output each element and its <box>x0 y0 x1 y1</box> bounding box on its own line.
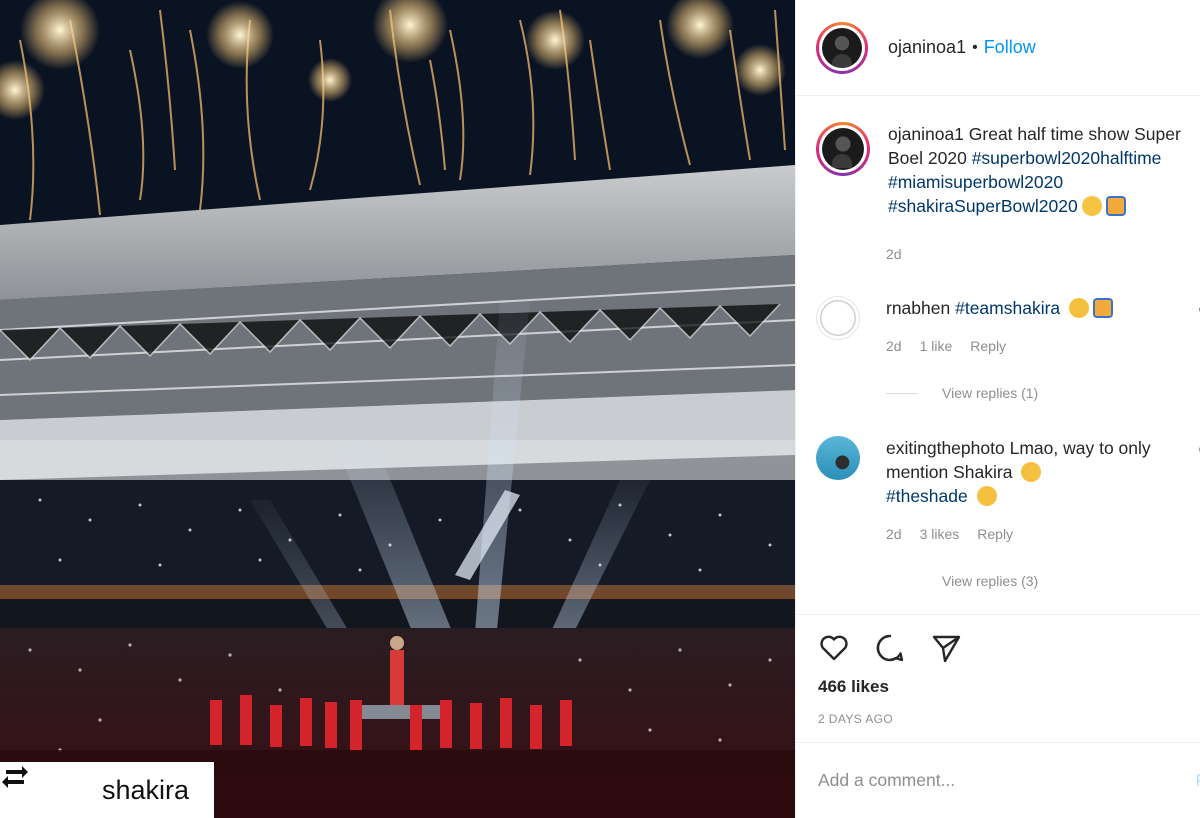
repost-badge[interactable]: shakira <box>0 762 214 818</box>
reply-button[interactable]: Reply <box>970 334 1006 358</box>
hashtag-link[interactable]: #shakiraSuperBowl2020 <box>888 196 1078 216</box>
grimacing-face-emoji-icon <box>1021 462 1042 482</box>
post-comment-button[interactable]: P <box>1196 771 1200 791</box>
kissing-face-emoji-icon <box>1069 298 1090 318</box>
view-replies-toggle[interactable]: View replies (3) <box>886 573 1038 589</box>
commenter-username[interactable]: rnabhen <box>886 298 950 318</box>
hashtag-link[interactable]: #theshade <box>886 486 968 506</box>
caption-username[interactable]: ojaninoa1 <box>888 124 964 144</box>
likes-count[interactable]: 466 likes <box>818 677 889 697</box>
hashtag-link[interactable]: #miamisuperbowl2020 <box>888 172 1063 192</box>
repost-icon <box>0 762 50 818</box>
post-caption: ojaninoa1 Great half time show Super Boe… <box>816 122 1200 218</box>
post-photo[interactable]: shakira <box>0 0 795 818</box>
view-replies-label: View replies (1) <box>942 385 1039 401</box>
comment-meta: 2d 3 likes Reply <box>886 522 1186 546</box>
reply-button[interactable]: Reply <box>977 522 1013 546</box>
comment-likes[interactable]: 3 likes <box>920 522 960 546</box>
raising-hands-emoji-icon <box>1105 196 1126 216</box>
comment-time[interactable]: 2d <box>886 334 902 358</box>
hashtag-link[interactable]: #teamshakira <box>955 298 1060 318</box>
raising-hands-emoji-icon <box>1093 298 1114 318</box>
comment-time[interactable]: 2d <box>886 522 902 546</box>
comment-meta: 2d 1 like Reply <box>886 334 1186 358</box>
stadium-fireworks-image <box>0 0 795 818</box>
comment-item: rnabhen #teamshakira 2d 1 like Reply <box>816 296 1200 358</box>
add-comment-input[interactable] <box>818 770 1148 791</box>
comment-body: rnabhen #teamshakira 2d 1 like Reply <box>886 296 1186 358</box>
replies-line-divider <box>886 392 918 394</box>
commenter-avatar[interactable] <box>816 296 860 340</box>
replies-line-divider <box>886 581 918 582</box>
comment-icon[interactable] <box>872 630 908 666</box>
commenter-avatar[interactable] <box>816 436 860 480</box>
comment-item: exitingthephoto Lmao, way to only mentio… <box>816 436 1200 546</box>
repost-source-label: shakira <box>102 774 190 805</box>
heart-icon[interactable] <box>816 630 852 666</box>
follow-button[interactable]: Follow <box>984 37 1036 58</box>
flexed-biceps-emoji-icon <box>1081 196 1102 216</box>
comment-likes[interactable]: 1 like <box>920 334 953 358</box>
post-header: ojaninoa1 • Follow <box>796 0 1200 96</box>
share-icon[interactable] <box>928 630 964 666</box>
view-replies-toggle[interactable]: View replies (1) <box>886 385 1038 401</box>
author-avatar[interactable] <box>816 21 868 74</box>
hashtag-link[interactable]: #superbowl2020halftime <box>972 148 1162 168</box>
post-actions <box>816 630 964 666</box>
commenter-username[interactable]: exitingthephoto <box>886 438 1005 458</box>
laughing-crying-face-emoji-icon <box>976 486 997 506</box>
view-replies-label: View replies (3) <box>942 573 1039 589</box>
post-date[interactable]: 2 DAYS AGO <box>818 712 893 726</box>
actions-divider <box>796 614 1200 615</box>
avatar-image <box>822 27 862 68</box>
post-side-panel: ojaninoa1 • Follow ojaninoa1 Great half … <box>795 0 1200 818</box>
separator-dot: • <box>972 38 978 56</box>
caption-avatar[interactable] <box>816 122 870 176</box>
avatar-image <box>822 128 864 170</box>
add-comment-bar: P <box>796 742 1200 818</box>
caption-text-block: ojaninoa1 Great half time show Super Boe… <box>888 122 1200 218</box>
caption-time[interactable]: 2d <box>886 246 902 262</box>
author-username[interactable]: ojaninoa1 <box>888 37 966 58</box>
comment-body: exitingthephoto Lmao, way to only mentio… <box>886 436 1186 546</box>
